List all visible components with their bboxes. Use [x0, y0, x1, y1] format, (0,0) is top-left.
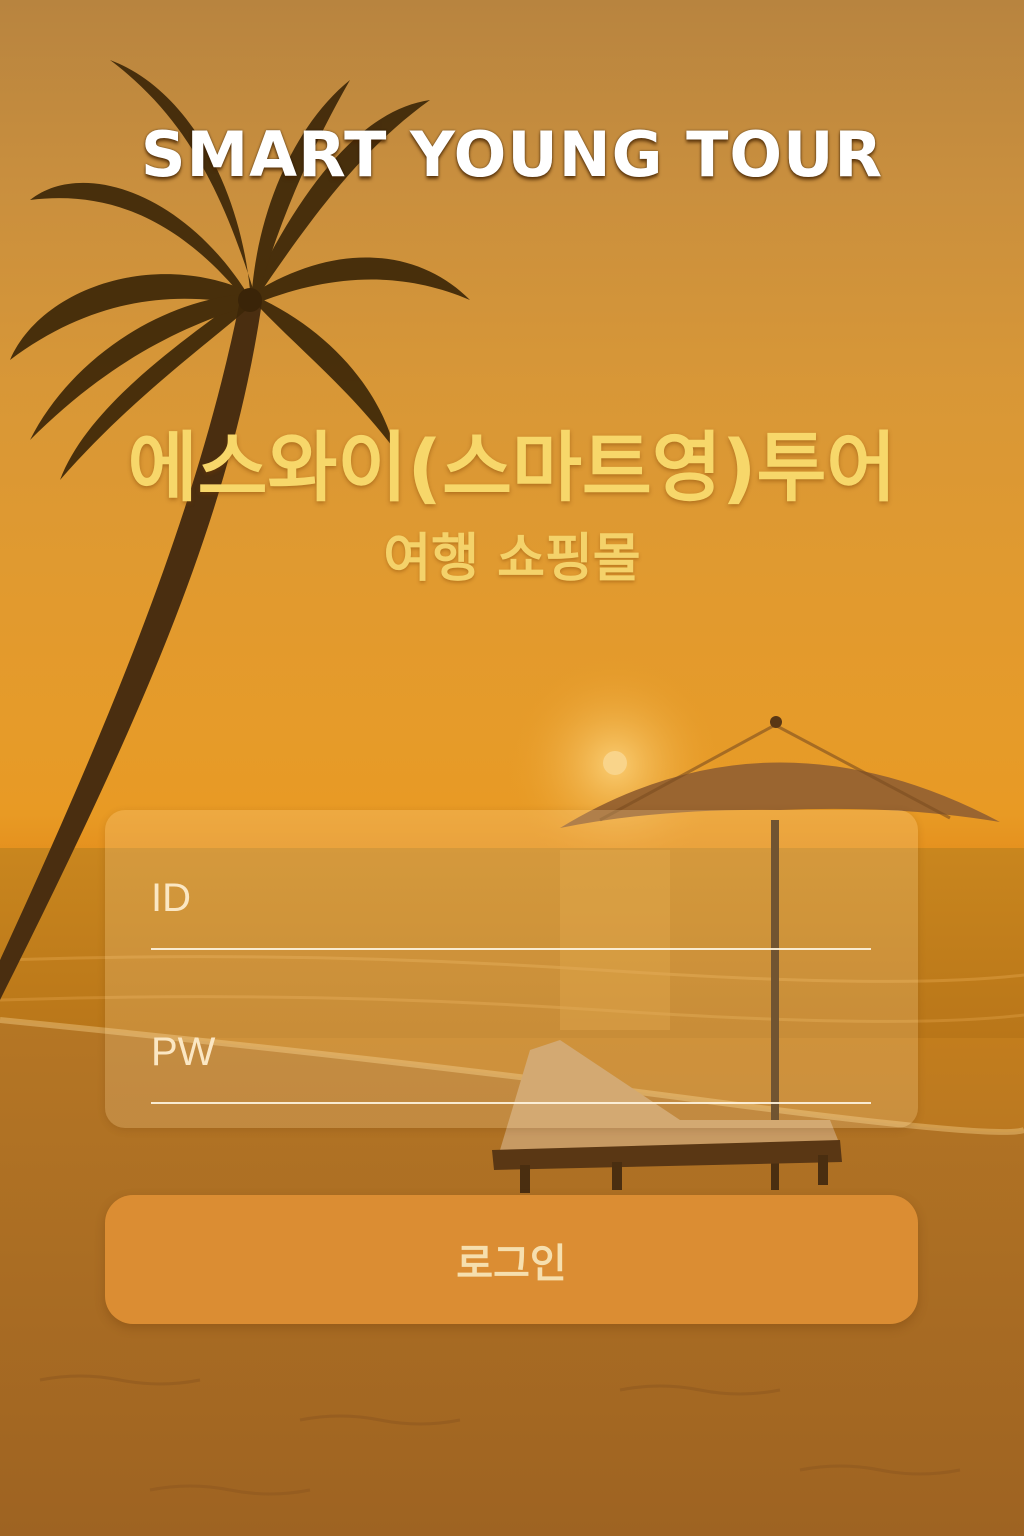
- id-field: [151, 858, 871, 950]
- login-form: [105, 810, 918, 1128]
- main-title: 에스와이(스마트영)투어: [127, 423, 897, 512]
- id-input[interactable]: [151, 858, 871, 938]
- subtitle: 여행 쇼핑몰: [383, 529, 641, 589]
- pw-input[interactable]: [151, 1012, 871, 1092]
- pw-field: [151, 1012, 871, 1104]
- login-screen: SMART YOUNG TOUR 에스와이(스마트영)투어 여행 쇼핑몰 로그인: [0, 0, 1024, 1536]
- brand-title: SMART YOUNG TOUR: [140, 118, 884, 191]
- login-button[interactable]: 로그인: [105, 1195, 918, 1324]
